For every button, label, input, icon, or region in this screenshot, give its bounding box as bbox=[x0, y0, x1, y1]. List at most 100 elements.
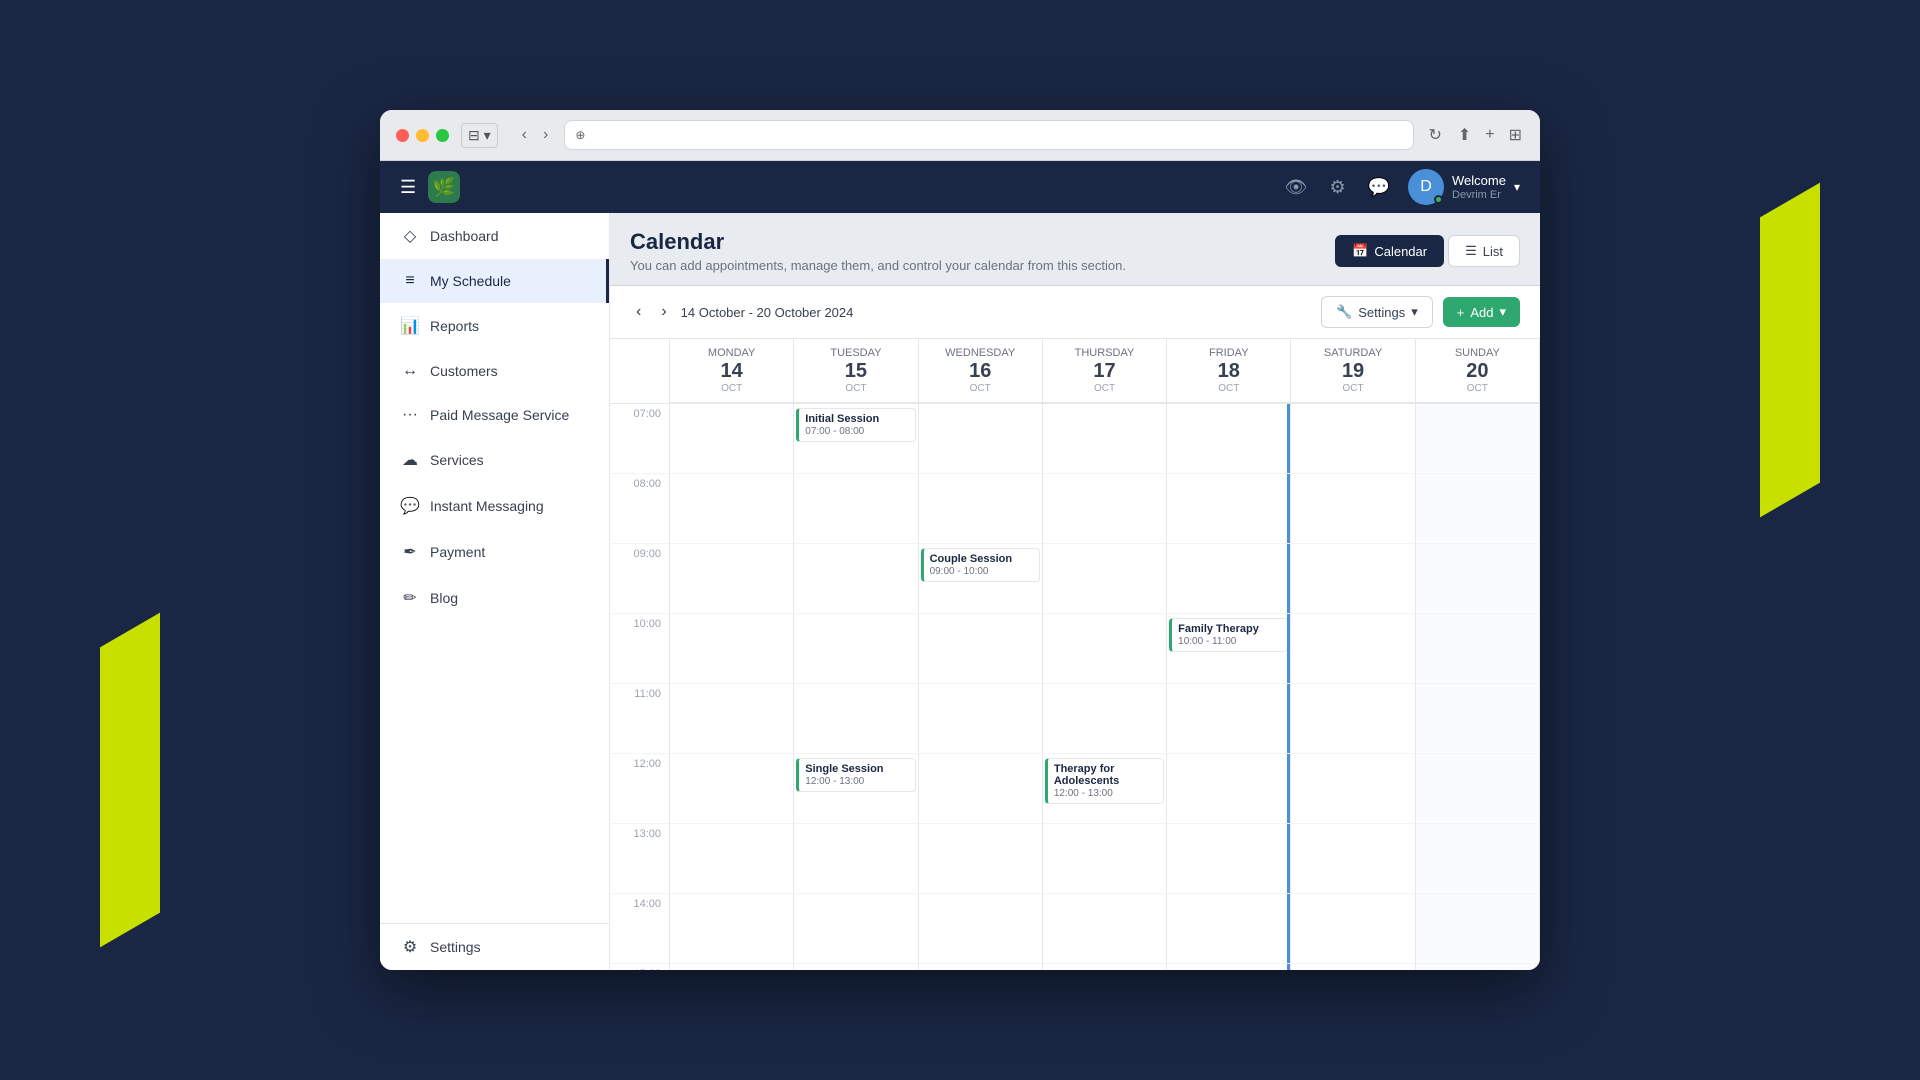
close-window-button[interactable] bbox=[396, 129, 409, 142]
cell-wed-14[interactable] bbox=[919, 894, 1043, 964]
next-week-button[interactable]: › bbox=[655, 299, 672, 325]
cell-fri-08[interactable] bbox=[1167, 474, 1291, 544]
prev-week-button[interactable]: ‹ bbox=[630, 299, 647, 325]
calendar-settings-button[interactable]: 🔧 Settings ▾ bbox=[1321, 296, 1433, 328]
cell-sat-15[interactable] bbox=[1291, 964, 1415, 970]
cell-sun-08[interactable] bbox=[1416, 474, 1540, 544]
cell-mon-09[interactable] bbox=[670, 544, 794, 614]
add-appointment-button[interactable]: + Add ▾ bbox=[1443, 297, 1520, 327]
cell-sat-13[interactable] bbox=[1291, 824, 1415, 894]
cell-mon-12[interactable] bbox=[670, 754, 794, 824]
event-therapy-adolescents[interactable]: Therapy for Adolescents 12:00 - 13:00 bbox=[1045, 758, 1164, 804]
cell-sat-10[interactable] bbox=[1291, 614, 1415, 684]
cell-mon-14[interactable] bbox=[670, 894, 794, 964]
cell-tue-12[interactable]: Single Session 12:00 - 13:00 bbox=[794, 754, 918, 824]
cell-thu-11[interactable] bbox=[1043, 684, 1167, 754]
maximize-window-button[interactable] bbox=[436, 129, 449, 142]
cell-thu-13[interactable] bbox=[1043, 824, 1167, 894]
cell-tue-14[interactable] bbox=[794, 894, 918, 964]
cell-fri-11[interactable] bbox=[1167, 684, 1291, 754]
cell-mon-13[interactable] bbox=[670, 824, 794, 894]
cell-sat-14[interactable] bbox=[1291, 894, 1415, 964]
cell-sun-13[interactable] bbox=[1416, 824, 1540, 894]
sidebar-item-my-schedule[interactable]: ≡ My Schedule bbox=[380, 259, 609, 303]
cell-sun-15[interactable] bbox=[1416, 964, 1540, 970]
cell-thu-14[interactable] bbox=[1043, 894, 1167, 964]
cell-fri-15[interactable] bbox=[1167, 964, 1291, 970]
event-single-session[interactable]: Single Session 12:00 - 13:00 bbox=[796, 758, 915, 792]
chat-icon-button[interactable]: 💬 bbox=[1364, 173, 1394, 202]
cell-wed-08[interactable] bbox=[919, 474, 1043, 544]
cell-sat-11[interactable] bbox=[1291, 684, 1415, 754]
cell-wed-12[interactable] bbox=[919, 754, 1043, 824]
settings-icon-button[interactable]: ⚙ bbox=[1325, 173, 1349, 202]
cell-wed-07[interactable] bbox=[919, 404, 1043, 474]
cell-thu-08[interactable] bbox=[1043, 474, 1167, 544]
grid-button[interactable]: ⊞ bbox=[1507, 123, 1524, 147]
sidebar-item-paid-message[interactable]: ··· Paid Message Service bbox=[380, 393, 609, 437]
sidebar-item-customers[interactable]: ↔ Customers bbox=[380, 349, 609, 393]
cell-sat-12[interactable] bbox=[1291, 754, 1415, 824]
cell-tue-13[interactable] bbox=[794, 824, 918, 894]
eye-icon-button[interactable]: 👁 bbox=[1281, 173, 1312, 202]
cell-wed-09[interactable]: Couple Session 09:00 - 10:00 bbox=[919, 544, 1043, 614]
cell-sun-07[interactable] bbox=[1416, 404, 1540, 474]
cell-tue-15[interactable] bbox=[794, 964, 918, 970]
cell-sat-07[interactable] bbox=[1291, 404, 1415, 474]
sidebar-item-settings[interactable]: ⚙ Settings bbox=[380, 924, 609, 970]
cell-mon-15[interactable] bbox=[670, 964, 794, 970]
cell-sun-09[interactable] bbox=[1416, 544, 1540, 614]
user-menu[interactable]: D Welcome Devrim Er ▾ bbox=[1408, 169, 1520, 205]
sidebar-item-blog[interactable]: ✏ Blog bbox=[380, 575, 609, 621]
cell-fri-10[interactable]: Family Therapy 10:00 - 11:00 bbox=[1167, 614, 1291, 684]
new-tab-button[interactable]: + bbox=[1483, 124, 1496, 146]
sidebar-toggle-button[interactable]: ⊟ ▾ bbox=[461, 123, 498, 148]
cell-thu-12[interactable]: Therapy for Adolescents 12:00 - 13:00 bbox=[1043, 754, 1167, 824]
cell-tue-11[interactable] bbox=[794, 684, 918, 754]
calendar-grid-container[interactable]: Monday 14 OCT Tuesday 15 OCT Wednesday 1… bbox=[610, 339, 1540, 970]
cell-fri-14[interactable] bbox=[1167, 894, 1291, 964]
sidebar-item-dashboard[interactable]: ◇ Dashboard bbox=[380, 213, 609, 259]
sidebar-item-payment[interactable]: ✒ Payment bbox=[380, 529, 609, 575]
cell-fri-13[interactable] bbox=[1167, 824, 1291, 894]
cell-thu-07[interactable] bbox=[1043, 404, 1167, 474]
cell-fri-12[interactable] bbox=[1167, 754, 1291, 824]
cell-wed-15[interactable] bbox=[919, 964, 1043, 970]
cell-mon-07[interactable] bbox=[670, 404, 794, 474]
event-initial-session[interactable]: Initial Session 07:00 - 08:00 bbox=[796, 408, 915, 442]
sidebar-item-services[interactable]: ☁ Services bbox=[380, 437, 609, 483]
cell-thu-10[interactable] bbox=[1043, 614, 1167, 684]
cell-sat-08[interactable] bbox=[1291, 474, 1415, 544]
cell-tue-09[interactable] bbox=[794, 544, 918, 614]
cell-sat-09[interactable] bbox=[1291, 544, 1415, 614]
cell-tue-08[interactable] bbox=[794, 474, 918, 544]
hamburger-menu-button[interactable]: ☰ bbox=[400, 177, 416, 198]
calendar-view-button[interactable]: 📅 Calendar bbox=[1335, 235, 1444, 267]
cell-tue-10[interactable] bbox=[794, 614, 918, 684]
list-view-button[interactable]: ☰ List bbox=[1448, 235, 1520, 267]
cell-wed-10[interactable] bbox=[919, 614, 1043, 684]
reload-button[interactable]: ↻ bbox=[1426, 123, 1443, 147]
forward-button[interactable]: › bbox=[539, 124, 552, 146]
back-button[interactable]: ‹ bbox=[518, 124, 531, 146]
minimize-window-button[interactable] bbox=[416, 129, 429, 142]
cell-sun-10[interactable] bbox=[1416, 614, 1540, 684]
cell-thu-15[interactable] bbox=[1043, 964, 1167, 970]
share-button[interactable]: ⬆ bbox=[1456, 123, 1473, 147]
cell-sun-14[interactable] bbox=[1416, 894, 1540, 964]
event-couple-session[interactable]: Couple Session 09:00 - 10:00 bbox=[921, 548, 1040, 582]
address-bar[interactable]: ⊕ bbox=[564, 120, 1414, 150]
cell-fri-09[interactable] bbox=[1167, 544, 1291, 614]
cell-wed-11[interactable] bbox=[919, 684, 1043, 754]
sidebar-item-instant-messaging[interactable]: 💬 Instant Messaging bbox=[380, 483, 609, 529]
cell-sun-11[interactable] bbox=[1416, 684, 1540, 754]
cell-mon-11[interactable] bbox=[670, 684, 794, 754]
sidebar-item-reports[interactable]: 📊 Reports bbox=[380, 303, 609, 349]
cell-tue-07[interactable]: Initial Session 07:00 - 08:00 bbox=[794, 404, 918, 474]
cell-mon-08[interactable] bbox=[670, 474, 794, 544]
cell-sun-12[interactable] bbox=[1416, 754, 1540, 824]
cell-mon-10[interactable] bbox=[670, 614, 794, 684]
event-family-therapy[interactable]: Family Therapy 10:00 - 11:00 bbox=[1169, 618, 1288, 652]
cell-fri-07[interactable] bbox=[1167, 404, 1291, 474]
cell-thu-09[interactable] bbox=[1043, 544, 1167, 614]
